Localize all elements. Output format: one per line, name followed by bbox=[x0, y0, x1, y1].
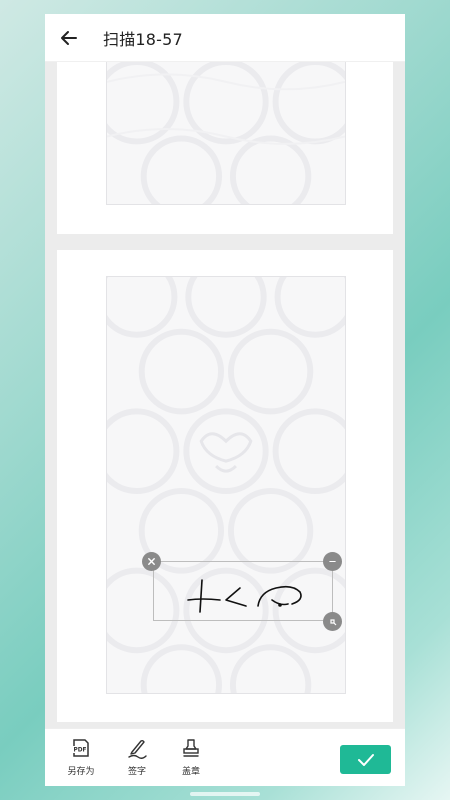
check-icon bbox=[357, 753, 374, 766]
rotate-handle-icon bbox=[329, 560, 336, 563]
document-page-2[interactable] bbox=[57, 250, 393, 722]
close-icon bbox=[148, 558, 155, 565]
pen-sign-icon bbox=[128, 739, 147, 759]
confirm-button[interactable] bbox=[340, 745, 391, 774]
signature-delete-button[interactable] bbox=[142, 552, 161, 571]
stamp-button[interactable]: 盖章 bbox=[171, 737, 211, 781]
sign-label: 签字 bbox=[127, 767, 146, 777]
back-button[interactable] bbox=[45, 14, 93, 62]
stamp-icon bbox=[183, 739, 199, 757]
scan-image-1 bbox=[106, 62, 346, 205]
resize-handle-icon bbox=[329, 618, 336, 625]
signature-image bbox=[187, 579, 302, 613]
top-bar: 扫描18-57 bbox=[45, 14, 405, 62]
save-as-button[interactable]: PDF 另存为 bbox=[61, 737, 101, 781]
app-window: 扫描18-57 PDF 另存为 签字 盖章 bbox=[45, 14, 405, 786]
paper-texture bbox=[107, 62, 345, 204]
document-page-1[interactable] bbox=[57, 62, 393, 234]
save-as-label: 另存为 bbox=[67, 767, 95, 777]
arrow-left-icon bbox=[61, 30, 77, 45]
pdf-icon-text: PDF bbox=[74, 748, 87, 754]
pdf-file-icon: PDF bbox=[72, 739, 89, 757]
paper-texture bbox=[107, 277, 345, 693]
bottom-toolbar: PDF 另存为 签字 盖章 bbox=[45, 728, 405, 786]
home-indicator bbox=[190, 792, 260, 796]
stamp-label: 盖章 bbox=[181, 767, 200, 777]
sign-button[interactable]: 签字 bbox=[117, 737, 157, 781]
page-title: 扫描18-57 bbox=[103, 29, 183, 49]
signature-box[interactable] bbox=[153, 561, 333, 621]
signature-resize-handle[interactable] bbox=[323, 612, 342, 631]
signature-rotate-handle[interactable] bbox=[323, 552, 342, 571]
scan-image-2 bbox=[106, 276, 346, 694]
